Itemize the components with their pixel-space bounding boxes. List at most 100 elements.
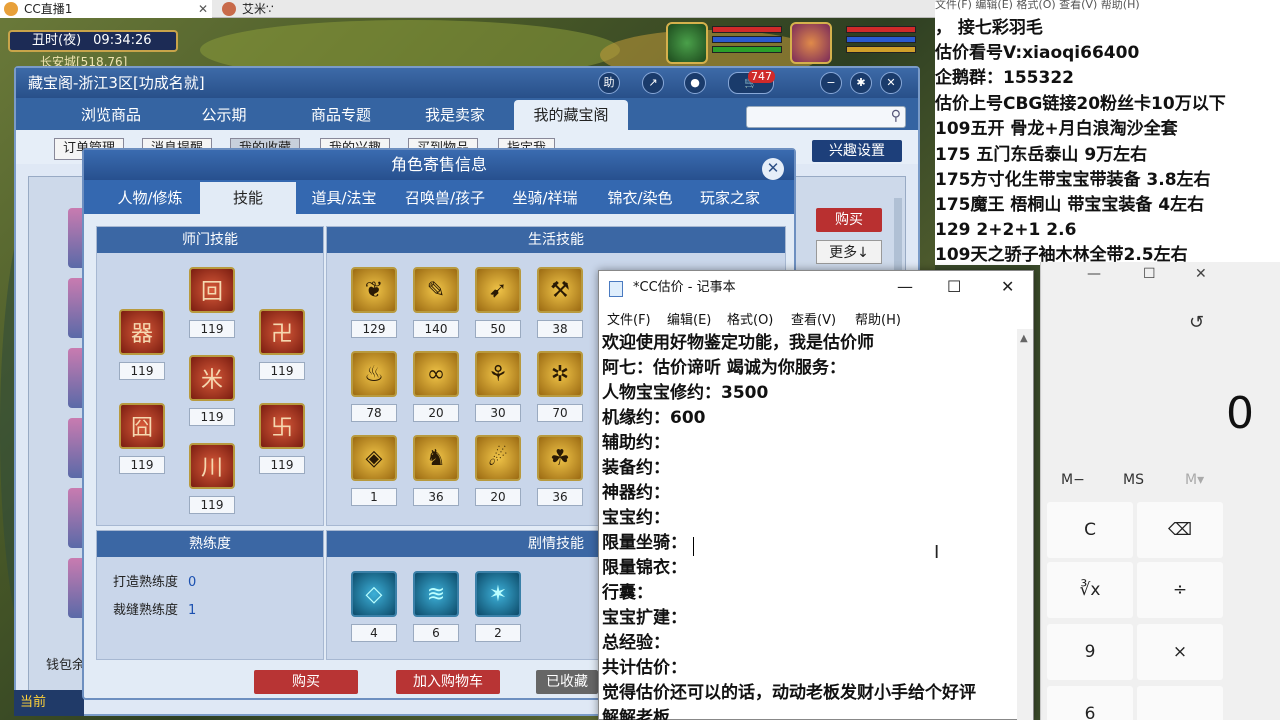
multiply-button[interactable]: × (1137, 624, 1223, 680)
skill-icon: ❦ (351, 267, 397, 313)
role-dialog-title: 角色寄售信息 (84, 150, 794, 180)
school-skill[interactable]: 囧 119 (119, 403, 165, 474)
share-icon[interactable]: ↗ (642, 72, 664, 94)
close-icon[interactable]: ✕ (880, 72, 902, 94)
backspace-button[interactable]: ⌫ (1137, 502, 1223, 558)
text-caret (693, 537, 694, 556)
school-skill[interactable]: 卍 119 (259, 309, 305, 380)
digit-6-button[interactable]: 6 (1047, 686, 1133, 720)
tab-items[interactable]: 道具/法宝 (298, 182, 390, 214)
notepad-title: *CC估价 - 记事本 (633, 280, 736, 295)
life-skill[interactable]: ♨ 78 (351, 351, 397, 422)
school-skill[interactable]: 回 119 (189, 267, 235, 338)
calc-maximize-icon[interactable]: ☐ (1143, 266, 1156, 282)
story-skill[interactable]: ≋ 6 (413, 571, 459, 642)
history-icon[interactable]: ↺ (1189, 312, 1204, 333)
notepad-text-area[interactable]: 欢迎使用好物鉴定功能，我是估价师 阿七：估价谛听 竭诚为你服务： 人物宝宝修约：… (599, 329, 1019, 720)
text-line: 神器约： (602, 483, 670, 503)
cube-root-button[interactable]: ∛x (1047, 562, 1133, 618)
proficiency-title: 熟练度 (97, 531, 323, 557)
notepad-scrollbar[interactable]: ▲ (1017, 329, 1033, 720)
tab-skills[interactable]: 技能 (200, 182, 296, 214)
tab-outfits[interactable]: 锦衣/染色 (592, 182, 688, 214)
notepad-menu-bar: 文件(F) 编辑(E) 格式(O) 查看(V) 帮助(H) (599, 305, 1033, 329)
search-input[interactable]: ⚲ (746, 106, 906, 128)
pet-status-bars (712, 26, 782, 56)
overlay-line: 企鹅群：155322 (935, 68, 1074, 88)
tab-character[interactable]: 人物/修炼 (100, 182, 200, 214)
school-skill[interactable]: 器 119 (119, 309, 165, 380)
player-portrait[interactable] (790, 22, 832, 64)
school-skill[interactable]: 川 119 (189, 443, 235, 514)
overlay-line: 129 2+2+1 2.6 (935, 220, 1077, 240)
memory-list-button[interactable]: M▾ (1185, 472, 1204, 488)
more-button[interactable]: 更多↓ (816, 240, 882, 264)
skill-icon: ⚒ (537, 267, 583, 313)
life-skill[interactable]: ☘ 36 (537, 435, 583, 506)
story-skill[interactable]: ✶ 2 (475, 571, 521, 642)
life-skill[interactable]: ☄ 20 (475, 435, 521, 506)
browser-tab-aimi[interactable]: 艾米∵ (218, 0, 418, 18)
skill-icon: ♨ (351, 351, 397, 397)
menu-format[interactable]: 格式(O) (727, 309, 773, 328)
help-button[interactable]: 助 (598, 72, 620, 94)
calc-minimize-icon[interactable]: — (1087, 266, 1101, 282)
list-buy-button[interactable]: 购买 (816, 208, 882, 232)
tab-topics[interactable]: 商品专题 (286, 100, 396, 130)
tab-my-cbg[interactable]: 我的藏宝阁 (514, 100, 628, 130)
menu-help[interactable]: 帮助(H) (855, 309, 901, 328)
tab-seller[interactable]: 我是卖家 (400, 100, 510, 130)
browser-tab-cc[interactable]: CC直播1 ✕ (0, 0, 212, 18)
np-minimize-icon[interactable]: — (897, 277, 913, 296)
overlay-line: 估价看号V:xiaoqi66400 (935, 43, 1140, 63)
dialog-close-icon[interactable]: ✕ (762, 158, 784, 180)
life-skill[interactable]: ✲ 70 (537, 351, 583, 422)
collected-button[interactable]: 已收藏 (536, 670, 598, 694)
current-channel-label[interactable]: 当前 (14, 690, 84, 716)
life-skill[interactable]: ➹ 50 (475, 267, 521, 338)
school-skill[interactable]: 卐 119 (259, 403, 305, 474)
divide-button[interactable]: ÷ (1137, 562, 1223, 618)
life-skill[interactable]: ◈ 1 (351, 435, 397, 506)
cart-count-badge: 747 (748, 70, 775, 83)
tab-mounts[interactable]: 坐骑/祥瑞 (498, 182, 592, 214)
add-to-cart-button[interactable]: 加入购物车 (396, 670, 500, 694)
proficiency-panel: 熟练度 打造熟练度 0 裁缝熟练度 1 (96, 530, 324, 660)
buy-button[interactable]: 购买 (254, 670, 358, 694)
interest-settings-button[interactable]: 兴趣设置 (812, 140, 902, 162)
life-skill[interactable]: ❦ 129 (351, 267, 397, 338)
school-skill[interactable]: 米 119 (189, 355, 235, 426)
settings-gear-icon[interactable]: ✱ (850, 72, 872, 94)
story-skill[interactable]: ◇ 4 (351, 571, 397, 642)
calc-key[interactable] (1137, 686, 1223, 720)
np-maximize-icon[interactable]: ☐ (947, 277, 961, 296)
skill-emblem-icon: 回 (189, 267, 235, 313)
memory-minus-button[interactable]: M− (1061, 472, 1085, 488)
menu-view[interactable]: 查看(V) (791, 309, 836, 328)
minimize-icon[interactable]: − (820, 72, 842, 94)
life-skill[interactable]: ⚒ 38 (537, 267, 583, 338)
skill-icon: ∞ (413, 351, 459, 397)
memory-store-button[interactable]: MS (1123, 472, 1144, 488)
menu-edit[interactable]: 编辑(E) (667, 309, 711, 328)
scroll-up-icon[interactable]: ▲ (1020, 333, 1028, 344)
tab-home[interactable]: 玩家之家 (684, 182, 776, 214)
life-skill[interactable]: ✎ 140 (413, 267, 459, 338)
tab-public[interactable]: 公示期 (174, 100, 274, 130)
life-skill[interactable]: ♞ 36 (413, 435, 459, 506)
np-close-icon[interactable]: ✕ (1001, 277, 1014, 296)
overlay-line: 175方寸化生带宝宝带装备 3.8左右 (935, 170, 1211, 190)
life-skill[interactable]: ∞ 20 (413, 351, 459, 422)
calc-close-icon[interactable]: ✕ (1195, 266, 1207, 282)
digit-9-button[interactable]: 9 (1047, 624, 1133, 680)
tab-browse[interactable]: 浏览商品 (56, 100, 166, 130)
forging-proficiency: 打造熟练度 0 (113, 575, 197, 590)
tab-pets[interactable]: 召唤兽/孩子 (390, 182, 500, 214)
life-skill[interactable]: ⚘ 30 (475, 351, 521, 422)
close-tab-icon[interactable]: ✕ (198, 0, 208, 18)
pet-portrait[interactable] (666, 22, 708, 64)
record-icon[interactable]: ● (684, 72, 706, 94)
clear-button[interactable]: C (1047, 502, 1133, 558)
menu-file[interactable]: 文件(F) (607, 309, 651, 328)
ibeam-cursor-icon: I (934, 542, 940, 563)
